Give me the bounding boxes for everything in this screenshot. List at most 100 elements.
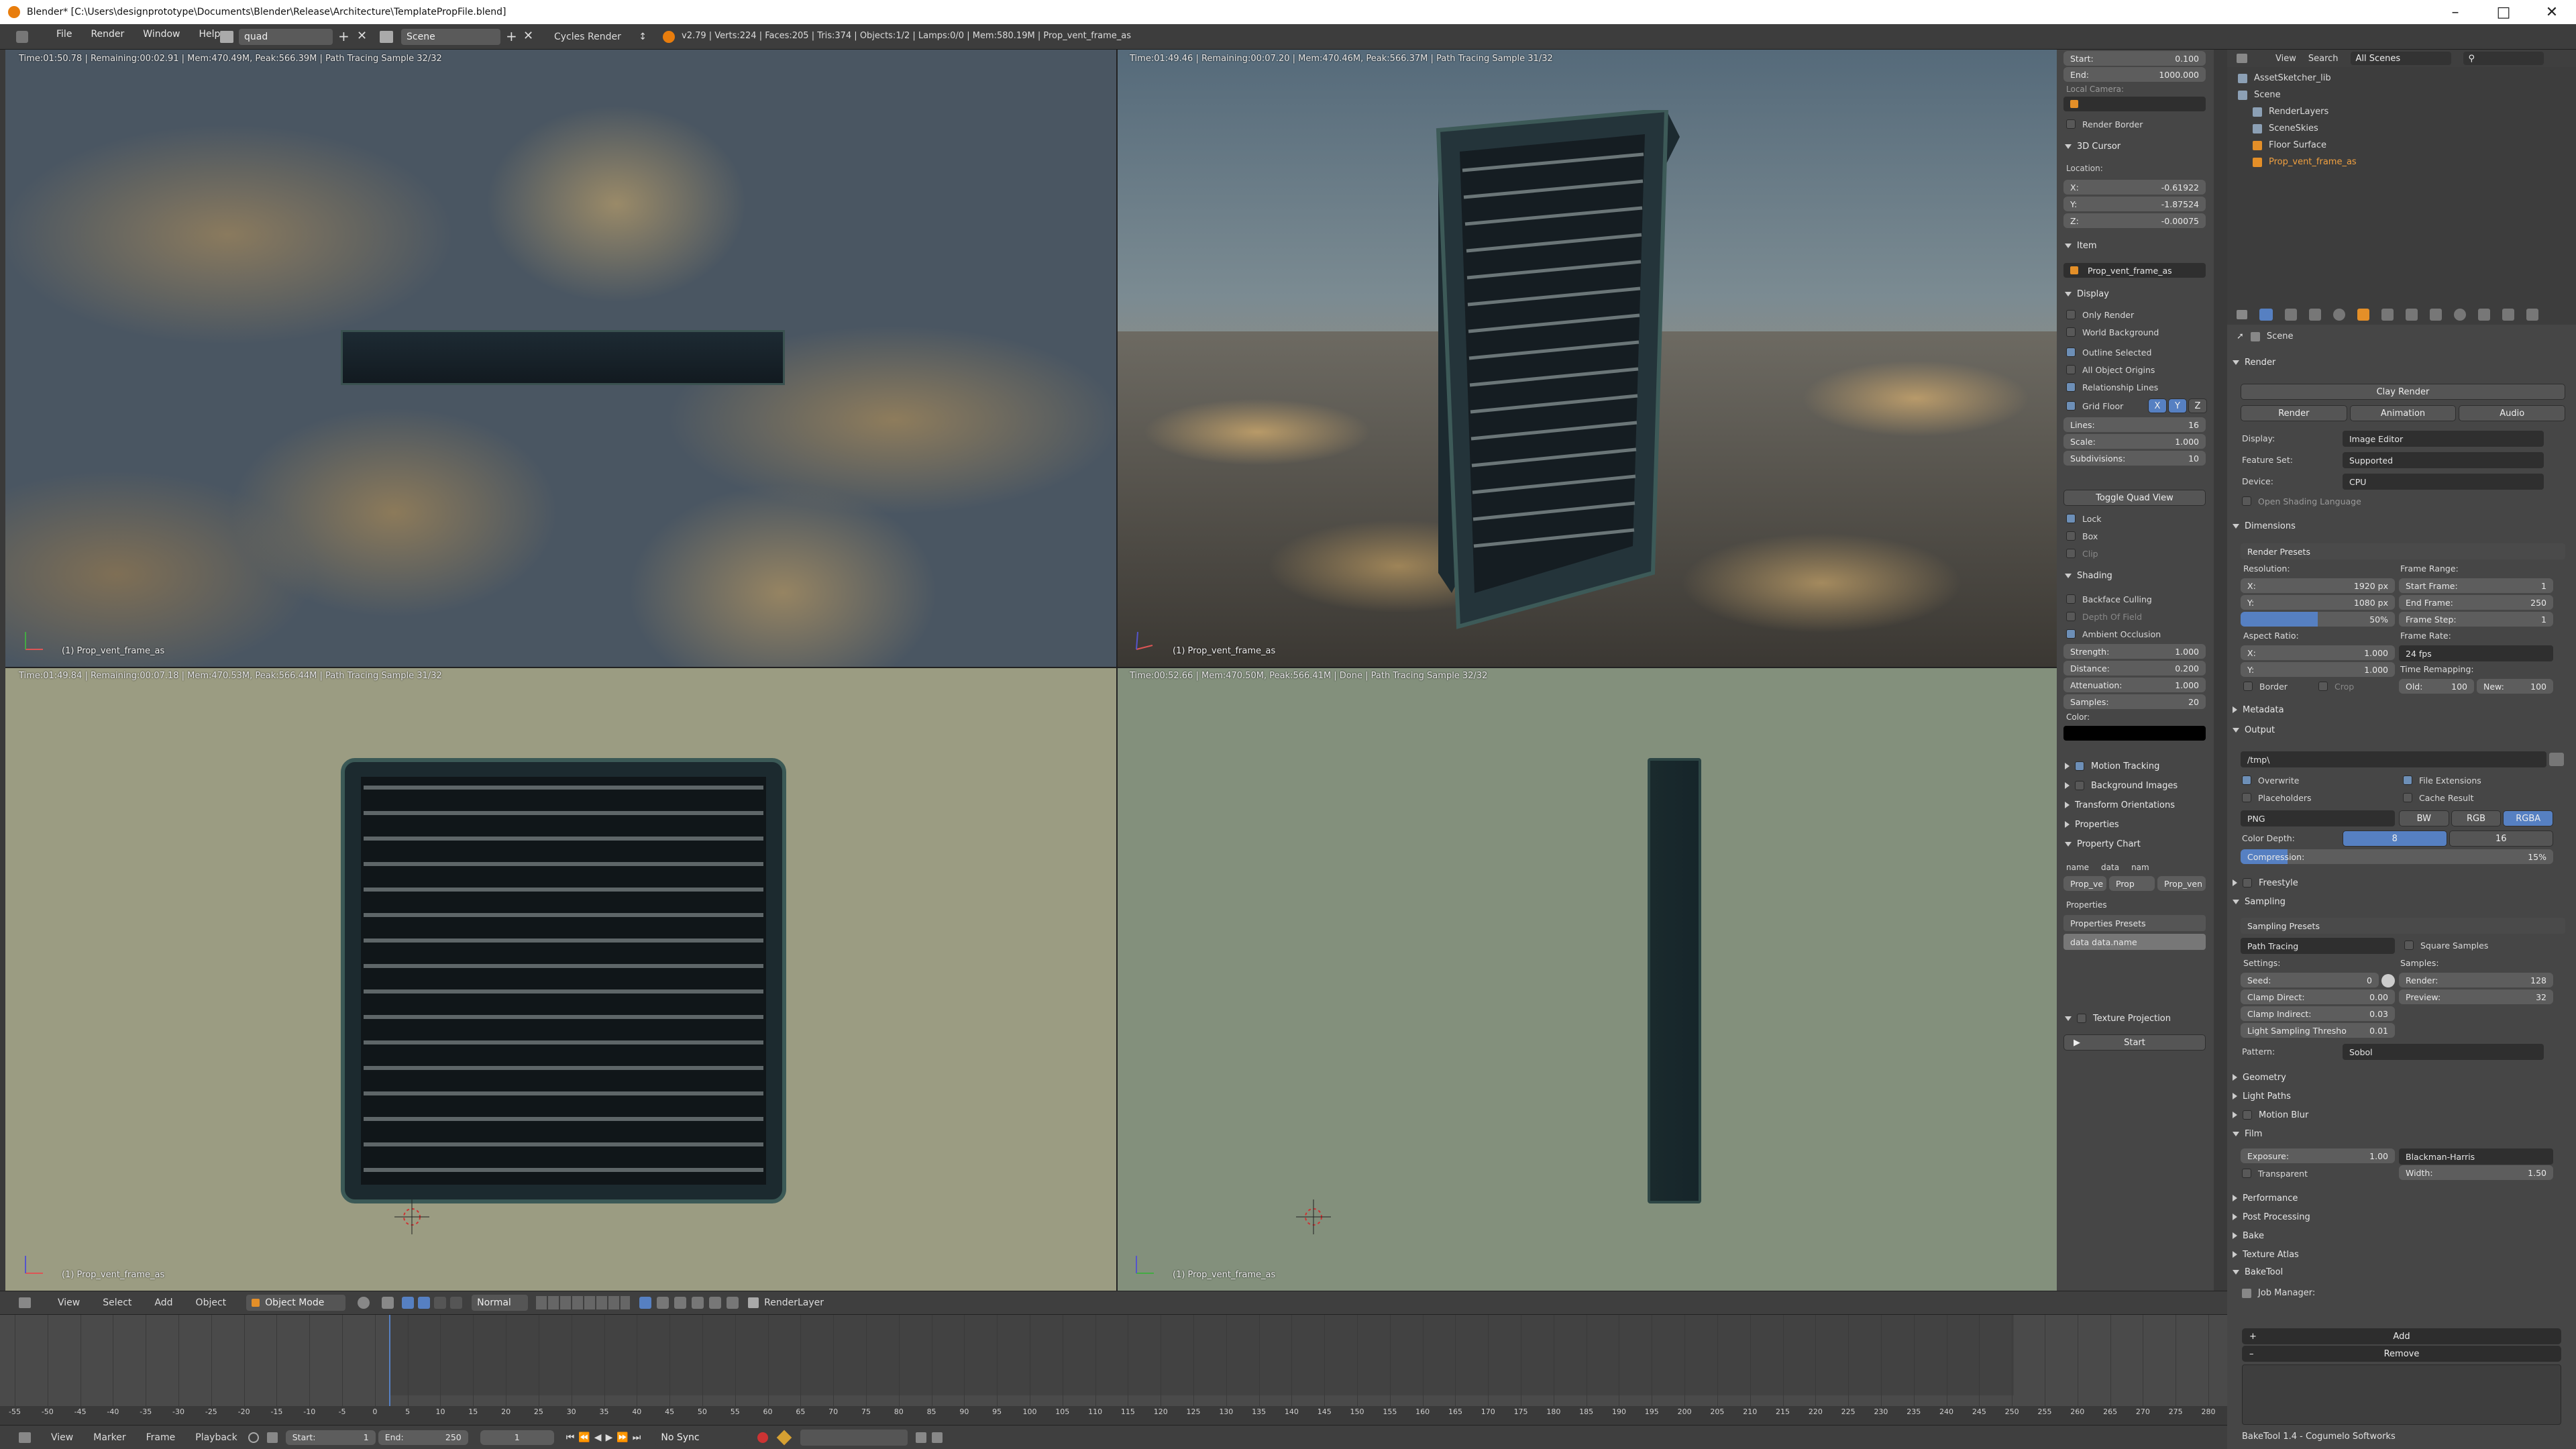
object-menu[interactable]: Object xyxy=(196,1297,227,1308)
aspect-y-field[interactable]: Y: 1.000 xyxy=(2241,662,2395,677)
checkbox[interactable] xyxy=(2066,310,2076,319)
device-select[interactable]: CPU xyxy=(2343,474,2544,490)
filter-type-select[interactable]: Blackman-Harris xyxy=(2399,1148,2553,1165)
snap-icon[interactable] xyxy=(674,1297,687,1309)
grid-z-button[interactable]: Z xyxy=(2188,398,2207,413)
cache-result-toggle[interactable]: Cache Result xyxy=(2388,789,2473,806)
ao-samples-field[interactable]: Samples: 20 xyxy=(2063,694,2206,709)
world-background-toggle[interactable]: World Background xyxy=(2057,323,2159,341)
add-job-button[interactable]: + Add xyxy=(2242,1328,2561,1344)
outliner-row[interactable]: SceneSkies xyxy=(2233,120,2568,137)
properties-header[interactable]: Properties xyxy=(2057,815,2119,834)
metadata-panel-header[interactable]: Metadata xyxy=(2227,700,2284,719)
delete-scene-icon[interactable]: ✕ xyxy=(523,29,533,43)
prev-key-icon[interactable]: ⏪ xyxy=(578,1432,594,1443)
all-origins-toggle[interactable]: All Object Origins xyxy=(2057,361,2155,378)
placeholders-toggle[interactable]: Placeholders xyxy=(2227,789,2312,806)
properties-presets[interactable]: Properties Presets xyxy=(2063,915,2206,931)
menu-render[interactable]: Render xyxy=(81,29,133,40)
keying-set-field[interactable] xyxy=(800,1429,908,1446)
outliner-row[interactable]: RenderLayers xyxy=(2233,103,2568,120)
next-key-icon[interactable]: ⏩ xyxy=(616,1432,632,1443)
outliner-search-input[interactable]: ⚲ xyxy=(2463,52,2544,65)
maximize-icon[interactable]: □ xyxy=(2479,0,2528,24)
local-camera-field[interactable] xyxy=(2063,97,2206,111)
checkbox[interactable] xyxy=(2066,401,2076,411)
checkbox[interactable] xyxy=(2066,594,2076,604)
menu-window[interactable]: Window xyxy=(133,29,189,40)
outliner-row[interactable]: Floor Surface xyxy=(2233,137,2568,154)
render-border-toggle[interactable]: Render Border xyxy=(2057,115,2143,133)
checkbox[interactable] xyxy=(2066,629,2076,639)
checkbox[interactable] xyxy=(2403,775,2412,785)
performance-panel-header[interactable]: Performance xyxy=(2227,1189,2298,1208)
time-icon[interactable] xyxy=(248,1432,259,1443)
snap-target-icon[interactable] xyxy=(692,1297,704,1309)
timeline-end-field[interactable]: End: 250 xyxy=(378,1430,468,1445)
timeline-marker-menu[interactable]: Marker xyxy=(93,1432,125,1443)
timeline-playback-menu[interactable]: Playback xyxy=(195,1432,237,1443)
scale-icon[interactable] xyxy=(450,1297,463,1309)
resolution-x-field[interactable]: X: 1920 px xyxy=(2241,578,2395,593)
output-path-input[interactable]: /tmp\ xyxy=(2241,751,2546,767)
ao-strength-field[interactable]: Strength: 1.000 xyxy=(2063,644,2206,659)
checkbox[interactable] xyxy=(2242,793,2251,802)
checkbox[interactable] xyxy=(2242,496,2251,506)
dof-toggle[interactable]: Depth Of Field xyxy=(2057,608,2142,625)
item-section-header[interactable]: Item xyxy=(2057,236,2097,255)
animation-button[interactable]: Animation xyxy=(2349,405,2457,421)
outliner-view-menu[interactable]: View xyxy=(2275,54,2296,64)
post-processing-panel-header[interactable]: Post Processing xyxy=(2227,1208,2310,1226)
viewport-top-right[interactable]: Time:01:49.46 | Remaining:00:07.20 | Mem… xyxy=(1116,50,2057,667)
checkbox[interactable] xyxy=(2075,781,2084,790)
editor-type-icon[interactable] xyxy=(19,1432,31,1443)
play-reverse-icon[interactable]: ◀ xyxy=(594,1432,606,1443)
screen-layout-field[interactable]: quad xyxy=(239,29,333,45)
audio-button[interactable]: Audio xyxy=(2459,405,2566,421)
grid-y-button[interactable]: Y xyxy=(2168,398,2187,413)
preview-samples-field[interactable]: Preview: 32 xyxy=(2399,989,2553,1004)
pattern-select[interactable]: Sobol xyxy=(2343,1044,2544,1060)
quad-box-toggle[interactable]: Box xyxy=(2057,527,2098,545)
object-tab-icon[interactable] xyxy=(2357,309,2369,321)
outliner-row[interactable]: AssetSketcher_lib xyxy=(2233,70,2568,87)
file-extensions-toggle[interactable]: File Extensions xyxy=(2388,771,2481,789)
border-toggle[interactable]: Border xyxy=(2227,678,2288,695)
transform-orientations-header[interactable]: Transform Orientations xyxy=(2057,796,2175,814)
material-tab-icon[interactable] xyxy=(2454,309,2466,321)
grid-subdiv-field[interactable]: Subdivisions: 10 xyxy=(2063,451,2206,466)
texture-tab-icon[interactable] xyxy=(2478,309,2490,321)
pc-value[interactable]: Prop_ven xyxy=(2157,876,2206,891)
pivot-icon[interactable] xyxy=(382,1297,394,1309)
quad-lock-toggle[interactable]: Lock xyxy=(2057,510,2102,527)
viewport-bottom-right[interactable]: Time:00:52.66 | Mem:470.50M, Peak:566.41… xyxy=(1116,667,2057,1291)
editor-type-icon[interactable] xyxy=(16,31,28,43)
folder-icon[interactable] xyxy=(2549,753,2564,766)
proportional-edit-icon[interactable] xyxy=(657,1297,669,1309)
render-button[interactable]: Render xyxy=(2241,405,2347,421)
pc-value[interactable]: Prop_ve xyxy=(2063,876,2106,891)
cursor-z-field[interactable]: Z: -0.00075 xyxy=(2063,213,2206,228)
rotate-icon[interactable] xyxy=(434,1297,447,1309)
grid-x-button[interactable]: X xyxy=(2148,398,2167,413)
remap-new-field[interactable]: New: 100 xyxy=(2477,679,2553,694)
shading-mode-icon[interactable] xyxy=(358,1297,370,1309)
checkbox[interactable] xyxy=(2066,612,2076,621)
resolution-y-field[interactable]: Y: 1080 px xyxy=(2241,595,2395,610)
keying-icon[interactable] xyxy=(777,1430,792,1445)
background-images-header[interactable]: Background Images xyxy=(2057,776,2178,795)
texture-projection-header[interactable]: Texture Projection xyxy=(2057,1009,2171,1028)
clip-start-field[interactable]: Start: 0.100 xyxy=(2063,51,2206,66)
shading-section-header[interactable]: Shading xyxy=(2057,566,2112,585)
opengl-render-icon[interactable] xyxy=(709,1297,722,1309)
remap-old-field[interactable]: Old: 100 xyxy=(2399,679,2474,694)
scene-tab-icon[interactable] xyxy=(2309,309,2321,321)
baketool-panel-header[interactable]: BakeTool xyxy=(2227,1263,2283,1281)
render-tab-icon[interactable] xyxy=(2259,309,2273,321)
outliner-search-menu[interactable]: Search xyxy=(2308,54,2339,64)
add-scene-icon[interactable]: + xyxy=(506,28,517,44)
editor-type-icon[interactable] xyxy=(19,1297,31,1308)
property-chart-header[interactable]: Property Chart xyxy=(2057,835,2141,853)
pin-icon[interactable]: ➚ xyxy=(2237,331,2244,341)
checkbox[interactable] xyxy=(2066,382,2076,392)
